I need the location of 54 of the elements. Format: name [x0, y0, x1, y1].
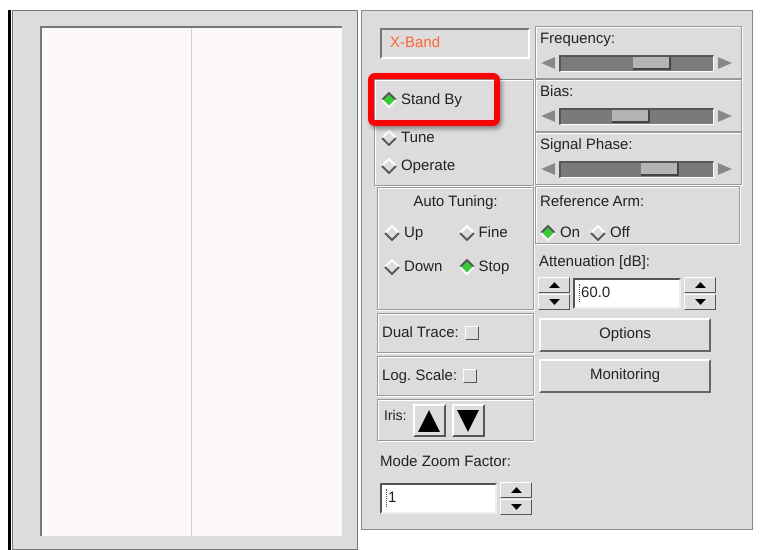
left-arrow-icon	[540, 109, 556, 123]
slider-thumb[interactable]	[641, 162, 680, 176]
field-label: Mode Zoom Factor:	[380, 452, 511, 472]
group-title: Reference Arm:	[540, 192, 644, 212]
slider-track[interactable]	[559, 160, 714, 178]
slider-label: Frequency:	[540, 29, 616, 49]
up-arrow-icon	[548, 282, 560, 288]
slider-thumb[interactable]	[612, 110, 650, 122]
radio-button[interactable]: Down	[384, 256, 442, 278]
toggle-label: Log. Scale:	[382, 366, 458, 386]
up-arrow-icon	[694, 282, 706, 288]
increment-button[interactable]	[684, 276, 716, 292]
increment-button[interactable]	[538, 276, 570, 292]
down-arrow-icon	[694, 298, 706, 304]
checkbox[interactable]	[464, 326, 479, 340]
checkbox[interactable]	[463, 369, 478, 383]
decrement-button[interactable]	[538, 294, 570, 310]
left-arrow-icon	[540, 56, 556, 70]
field-label: Attenuation [dB]:	[539, 252, 650, 272]
slider-track[interactable]	[559, 54, 714, 72]
decrement-button[interactable]	[500, 498, 532, 514]
slider-thumb[interactable]	[633, 56, 672, 70]
radio-button[interactable]: On	[540, 222, 580, 244]
up-arrow-icon	[510, 486, 522, 492]
iris-close-button[interactable]	[452, 404, 485, 437]
radio-button[interactable]: Stop	[458, 256, 510, 278]
panel-button[interactable]: Monitoring	[539, 358, 711, 392]
increment-button[interactable]	[500, 482, 532, 498]
slider-track[interactable]	[559, 108, 714, 124]
up-triangle-icon	[418, 410, 440, 432]
radio-button[interactable]: Operate	[381, 154, 456, 178]
decrement-button[interactable]	[684, 294, 716, 310]
right-arrow-icon	[717, 109, 733, 123]
input-field[interactable]: 60.0	[573, 278, 681, 308]
radio-button[interactable]: Off	[590, 222, 630, 244]
panel-button[interactable]: Options	[539, 318, 711, 352]
down-arrow-icon	[548, 298, 560, 304]
radio-button[interactable]: Fine	[458, 222, 508, 244]
down-triangle-icon	[457, 410, 480, 432]
slider-label: Signal Phase:	[540, 135, 633, 155]
group-title: Auto Tuning:	[412, 192, 499, 212]
radio-button[interactable]: Stand By	[381, 88, 462, 112]
down-arrow-icon	[510, 504, 522, 510]
right-arrow-icon	[717, 56, 733, 70]
band-field: X-Band	[380, 28, 530, 59]
left-arrow-icon	[540, 162, 556, 176]
right-arrow-icon	[717, 162, 733, 176]
radio-button[interactable]: Tune	[381, 126, 435, 150]
toggle-label: Dual Trace:	[382, 322, 459, 343]
radio-button[interactable]: Up	[384, 222, 424, 244]
input-field[interactable]: 1	[380, 482, 497, 514]
slider-label: Bias:	[540, 82, 574, 102]
iris-open-button[interactable]	[412, 404, 446, 437]
iris-label: Iris:	[384, 406, 407, 425]
